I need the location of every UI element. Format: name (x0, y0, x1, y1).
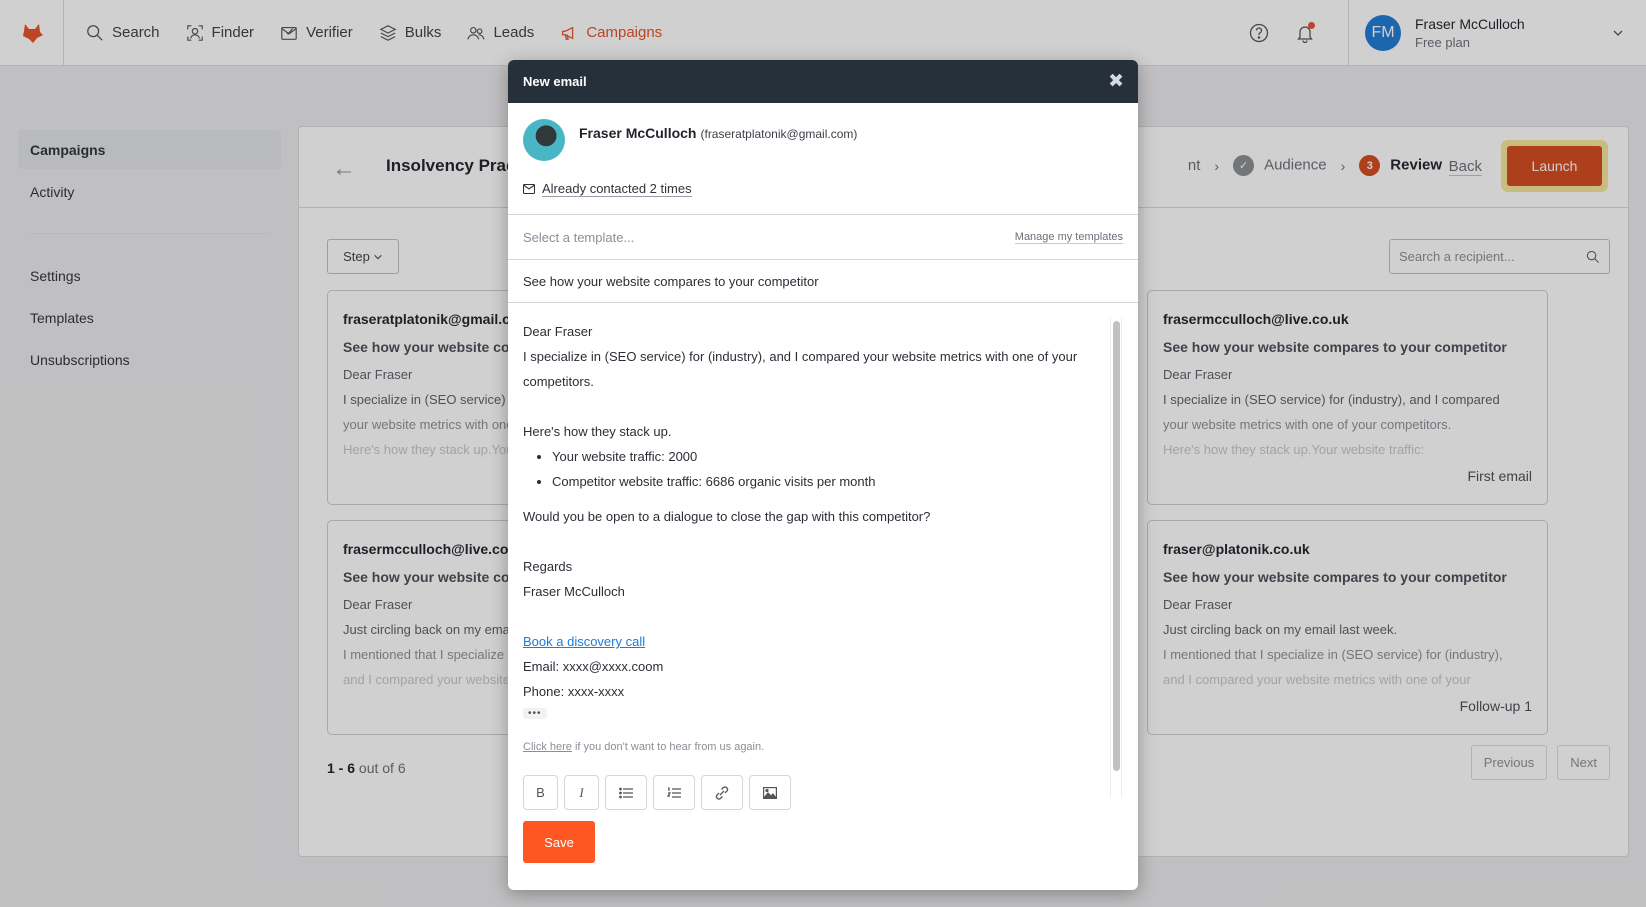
recipient-avatar (523, 119, 565, 161)
recipient-name-text: Fraser McCulloch (579, 125, 697, 141)
body-intro: I specialize in (SEO service) for (indus… (523, 349, 1078, 389)
email-editor[interactable]: Dear Fraser I specialize in (SEO service… (508, 304, 1138, 818)
body-bullet: Your website traffic: 2000 (552, 444, 1088, 469)
image-icon (763, 786, 777, 799)
manage-templates-link[interactable]: Manage my templates (1014, 231, 1123, 244)
subject-input[interactable] (523, 273, 1123, 289)
body-bullet: Competitor website traffic: 6686 organic… (552, 469, 1088, 494)
recipient-email: (fraseratplatonik@gmail.com) (700, 127, 858, 141)
close-icon[interactable]: ✖ (1108, 70, 1124, 93)
link-icon (715, 785, 729, 800)
unsubscribe-note: Click here if you don't want to hear fro… (523, 741, 1088, 753)
format-toolbar: B I (523, 775, 1088, 810)
template-row: Select a template... Manage my templates (508, 215, 1138, 260)
body-greeting: Dear Fraser (523, 324, 593, 339)
subject-row (508, 260, 1138, 303)
body-question: Would you be open to a dialogue to close… (523, 509, 931, 524)
body-signature: Fraser McCulloch (523, 584, 625, 599)
unsubscribe-link[interactable]: Click here (523, 741, 572, 753)
email-body[interactable]: Dear Fraser I specialize in (SEO service… (508, 304, 1138, 810)
numbered-list-button[interactable] (653, 775, 695, 810)
contact-history: Already contacted 2 times (523, 181, 692, 197)
numbered-list-icon (667, 786, 681, 798)
modal-title: New email (523, 74, 587, 89)
show-trimmed-button[interactable]: ••• (523, 708, 547, 719)
body-phone-line: Phone: xxxx-xxxx (523, 684, 625, 699)
body-stack: Here's how they stack up. (523, 424, 672, 439)
contacted-link[interactable]: Already contacted 2 times (542, 181, 692, 197)
scroll-thumb[interactable] (1113, 321, 1120, 771)
recipient-info: Fraser McCulloch (fraseratplatonik@gmail.… (508, 103, 1138, 215)
modal-footer: Save (523, 821, 595, 863)
body-bullets: Your website traffic: 2000 Competitor we… (552, 444, 1088, 494)
modal-header: New email ✖ (508, 60, 1138, 103)
envelope-icon (523, 184, 535, 194)
bullet-list-icon (619, 787, 633, 798)
image-button[interactable] (749, 775, 791, 810)
recipient-name: Fraser McCulloch (fraseratplatonik@gmail.… (579, 125, 857, 141)
italic-button[interactable]: I (564, 775, 599, 810)
bold-button[interactable]: B (523, 775, 558, 810)
new-email-modal: New email ✖ Fraser McCulloch (fraseratpla… (508, 60, 1138, 890)
italic-icon: I (579, 784, 584, 800)
link-button[interactable] (701, 775, 743, 810)
editor-scrollbar[interactable] (1110, 318, 1122, 798)
bullet-list-button[interactable] (605, 775, 647, 810)
body-email-line: Email: xxxx@xxxx.coom (523, 659, 664, 674)
discovery-call-link[interactable]: Book a discovery call (523, 634, 645, 649)
save-button[interactable]: Save (523, 821, 595, 863)
template-select[interactable]: Select a template... (523, 230, 634, 245)
body-regards: Regards (523, 559, 573, 574)
bold-icon: B (536, 785, 545, 800)
unsubscribe-text: if you don't want to hear from us again. (571, 741, 765, 753)
